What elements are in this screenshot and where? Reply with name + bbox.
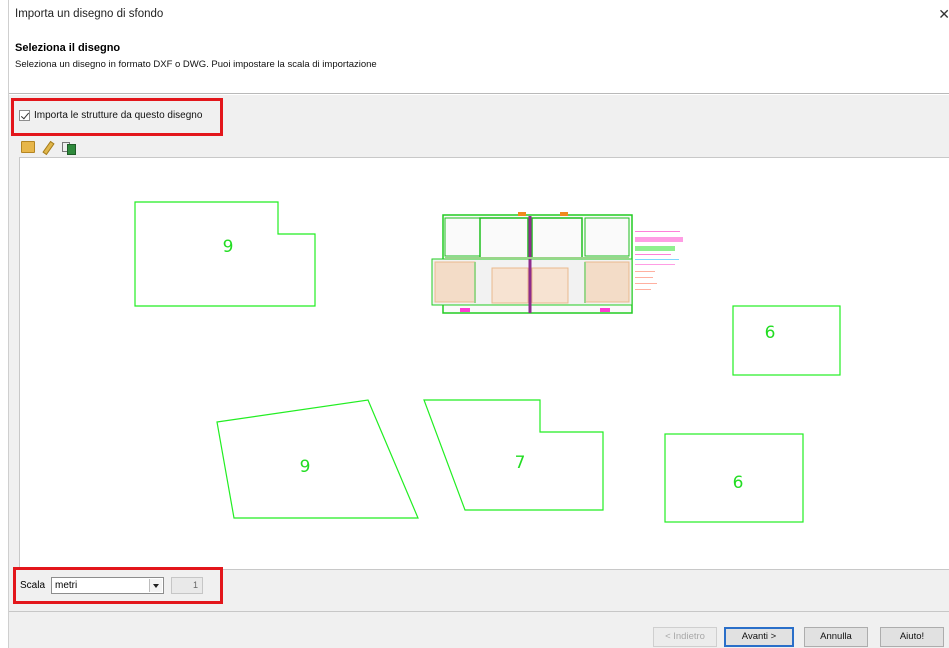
open-folder-icon[interactable] [21, 141, 35, 153]
next-button[interactable]: Avanti > [724, 627, 794, 647]
help-button[interactable]: Aiuto! [880, 627, 944, 647]
floor-plan [431, 212, 683, 314]
layers-icon[interactable] [61, 141, 76, 155]
window-title: Importa un disegno di sfondo [15, 8, 164, 20]
highlight-checkbox-frame [11, 98, 223, 136]
wizard-footer: < Indietro Avanti > Annulla Aiuto! [9, 611, 949, 648]
highlight-scale-frame [13, 567, 223, 604]
drawing-preview[interactable]: 9 6 9 7 6 [19, 157, 949, 570]
drawing-toolbar [19, 139, 949, 155]
step-subtitle: Seleziona un disegno in formato DXF o DW… [15, 59, 377, 70]
edit-pencil-icon[interactable] [41, 141, 55, 153]
step-title: Seleziona il disegno [15, 42, 121, 54]
room-outline-2 [732, 305, 841, 376]
room-label-1: 9 [223, 237, 234, 257]
wizard-body: Importa le strutture da questo disegno 9… [9, 95, 949, 611]
close-icon[interactable]: ✕ [934, 6, 949, 22]
room-label-3: 9 [300, 457, 311, 477]
cancel-button[interactable]: Annulla [804, 627, 868, 647]
back-button[interactable]: < Indietro [653, 627, 717, 647]
room-label-5: 6 [733, 473, 744, 493]
title-bar: Importa un disegno di sfondo ✕ [9, 0, 949, 30]
room-label-2: 6 [765, 323, 776, 343]
room-label-4: 7 [515, 453, 526, 473]
room-outline-4 [423, 399, 604, 511]
room-outline-3 [216, 399, 419, 519]
drawing-svg: 9 6 9 7 6 [134, 201, 841, 523]
wizard-header: Seleziona il disegno Seleziona un disegn… [9, 30, 949, 94]
import-background-dialog: Importa un disegno di sfondo ✕ Seleziona… [8, 0, 949, 648]
legend-block [635, 231, 683, 290]
